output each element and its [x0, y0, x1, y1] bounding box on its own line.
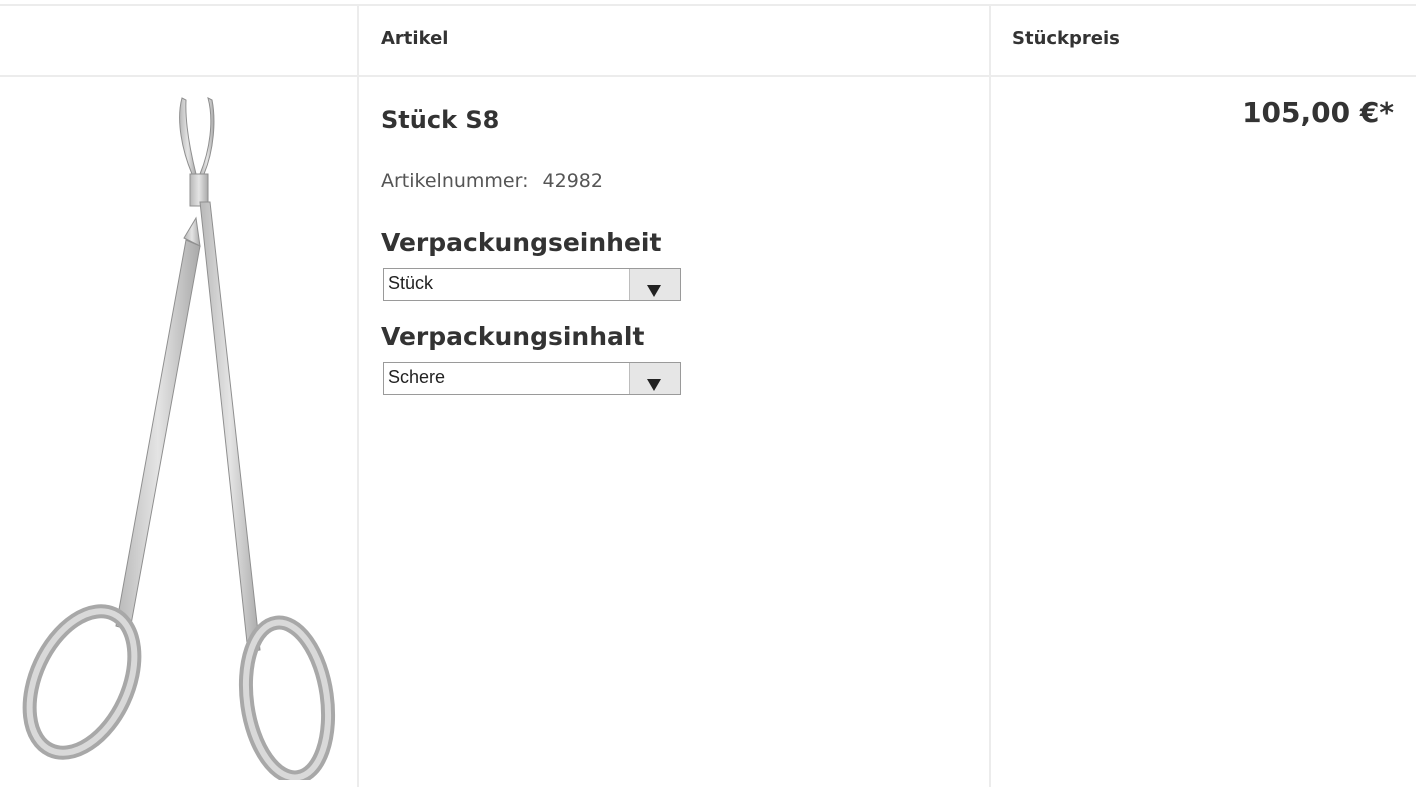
packaging-unit-label: Verpackungseinheit	[381, 228, 662, 257]
packaging-unit-select[interactable]: Stück	[383, 268, 681, 301]
packaging-content-select[interactable]: Schere	[383, 362, 681, 395]
product-title[interactable]: Stück S8	[381, 106, 499, 134]
dropdown-arrow-button[interactable]	[629, 363, 680, 394]
triangle-down-icon	[647, 379, 661, 391]
column-divider	[357, 4, 359, 787]
header-article: Artikel	[381, 28, 449, 49]
unit-price: 105,00 €*	[1242, 96, 1394, 129]
header-divider	[0, 75, 1416, 77]
table-top-border	[0, 4, 1416, 6]
column-divider	[989, 4, 991, 787]
product-image[interactable]	[20, 90, 340, 785]
packaging-content-value: Schere	[388, 367, 446, 387]
cart-table: Artikel Stückpreis Stück S8 Artikelnumme…	[0, 0, 1416, 787]
packaging-content-label: Verpackungsinhalt	[381, 322, 645, 351]
article-number-label: Artikelnummer:	[381, 170, 529, 192]
article-number-row: Artikelnummer: 42982	[381, 170, 603, 192]
surgical-scissors-image	[22, 97, 336, 785]
triangle-down-icon	[647, 285, 661, 297]
article-number-value: 42982	[542, 170, 603, 192]
header-unit-price: Stückpreis	[1012, 28, 1120, 49]
packaging-unit-value: Stück	[388, 273, 434, 293]
dropdown-arrow-button[interactable]	[629, 269, 680, 300]
